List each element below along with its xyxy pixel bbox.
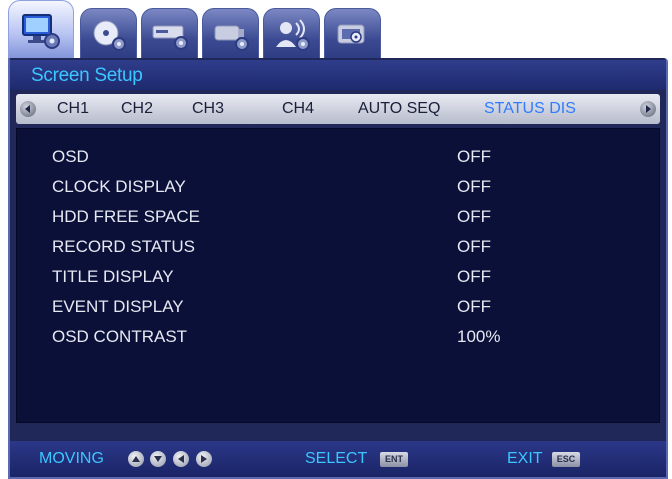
scroll-right-button[interactable] [640,101,656,117]
arrow-down-icon [154,456,162,462]
setting-label: OSD CONTRAST [52,327,188,346]
monitor-settings-icon [22,13,60,49]
user-network-icon [275,18,310,51]
channel-tab-bar: CH1 CH2 CH3 CH4 AUTO SEQ STATUS DIS [16,94,660,124]
tab-ch2[interactable]: CH2 [121,100,153,118]
menu-tabs [8,0,668,60]
recorder-settings-icon [152,25,188,50]
exit-label: EXIT [507,450,543,467]
setting-value[interactable]: OFF [457,297,491,317]
tab-user-setup[interactable] [263,8,320,60]
arrow-right-icon [646,105,651,113]
tab-ch4[interactable]: CH4 [282,100,314,118]
setting-row-record-status[interactable]: RECORD STATUS OFF [17,233,659,263]
system-settings-icon [337,24,364,43]
tab-disc-setup[interactable] [80,8,137,60]
setting-value[interactable]: OFF [457,207,491,227]
setting-value[interactable]: OFF [457,237,491,257]
arrow-up-icon [132,456,140,462]
tab-auto-seq[interactable]: AUTO SEQ [358,100,440,118]
setting-value[interactable]: 100% [457,327,500,347]
setting-label: EVENT DISPLAY [52,297,184,316]
arrow-right-icon [201,455,207,463]
tab-system-setup[interactable] [324,8,381,60]
setting-label: TITLE DISPLAY [52,267,174,286]
arrow-left-key [173,451,189,467]
setting-row-clock-display[interactable]: CLOCK DISPLAY OFF [17,173,659,203]
setting-label: RECORD STATUS [52,237,195,256]
help-bar: MOVING SELECT ENT EXIT ESC [10,441,666,477]
escape-key-icon: ESC [552,452,580,467]
scroll-left-button[interactable] [20,101,36,117]
tab-recorder-setup[interactable] [141,8,198,60]
setting-row-osd-contrast[interactable]: OSD CONTRAST 100% [17,323,659,353]
setting-row-event-display[interactable]: EVENT DISPLAY OFF [17,293,659,323]
screen-setup-panel: Screen Setup CH1 CH2 CH3 CH4 AUTO SEQ ST… [8,58,668,479]
setting-row-osd[interactable]: OSD OFF [17,143,659,173]
arrow-down-key [150,451,166,467]
enter-key-icon: ENT [380,452,408,467]
panel-title: Screen Setup [31,65,143,86]
setting-label: OSD [52,147,89,166]
arrow-left-icon [178,455,184,463]
setting-value[interactable]: OFF [457,147,491,167]
camera-settings-icon [214,25,249,51]
arrow-up-key [128,451,144,467]
settings-list: OSD OFF CLOCK DISPLAY OFF HDD FREE SPACE… [16,128,660,423]
tab-camera-setup[interactable] [202,8,259,60]
tab-ch3[interactable]: CH3 [192,100,224,118]
setting-value[interactable]: OFF [457,267,491,287]
setting-label: HDD FREE SPACE [52,207,200,226]
select-label: SELECT [305,450,368,467]
disc-settings-icon [93,20,126,51]
setting-value[interactable]: OFF [457,177,491,197]
arrow-right-key [196,451,212,467]
setting-row-hdd-free-space[interactable]: HDD FREE SPACE OFF [17,203,659,233]
arrow-left-icon [25,105,30,113]
tab-screen-setup[interactable] [8,0,74,60]
setting-row-title-display[interactable]: TITLE DISPLAY OFF [17,263,659,293]
tab-ch1[interactable]: CH1 [57,100,89,118]
moving-label: MOVING [39,450,104,467]
panel-header: Screen Setup [10,60,666,90]
setting-label: CLOCK DISPLAY [52,177,186,196]
tab-status-display[interactable]: STATUS DIS [484,100,576,118]
